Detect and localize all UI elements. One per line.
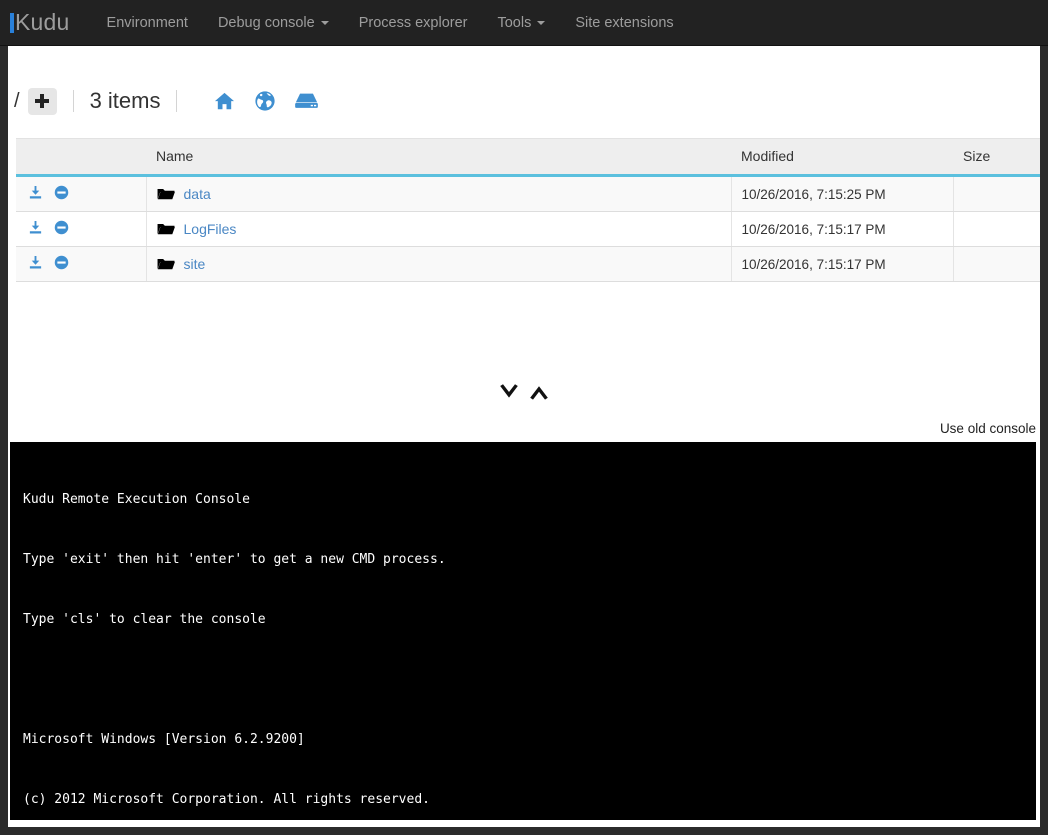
row-size-cell: [953, 212, 1040, 247]
console-line: Microsoft Windows [Version 6.2.9200]: [23, 730, 1036, 750]
table-head: Name Modified Size: [16, 139, 1040, 176]
brand-initial: K: [15, 11, 31, 34]
download-icon[interactable]: [28, 255, 43, 273]
folder-icon: [157, 187, 175, 201]
file-name-link[interactable]: site: [184, 256, 206, 272]
top-navbar: Kudu Environment Debug console Process e…: [0, 0, 1048, 46]
nav-item-process-explorer-label: Process explorer: [359, 15, 468, 31]
column-header-name[interactable]: Name: [146, 139, 731, 176]
toolbar-icon-group: [195, 90, 319, 112]
file-listing-table: Name Modified Size: [16, 138, 1040, 282]
folder-icon: [157, 222, 175, 236]
delete-icon[interactable]: [54, 185, 69, 203]
row-modified-cell: 10/26/2016, 7:15:17 PM: [731, 212, 953, 247]
table-body: data 10/26/2016, 7:15:25 PM: [16, 176, 1040, 282]
table-row: LogFiles 10/26/2016, 7:15:17 PM: [16, 212, 1040, 247]
brand-logo-kudu[interactable]: Kudu: [10, 11, 70, 34]
row-name-cell: site: [146, 247, 731, 282]
nav-item-site-extensions[interactable]: Site extensions: [560, 0, 688, 46]
nav-item-tools-label: Tools: [497, 15, 531, 31]
old-console-row: Use old console: [8, 421, 1036, 436]
chevron-up-icon[interactable]: [528, 384, 550, 400]
chevron-down-icon[interactable]: [498, 384, 520, 400]
console-resize-controls: [8, 384, 1040, 400]
brand-accent-bar: [10, 13, 14, 33]
breadcrumb-root[interactable]: /: [14, 90, 28, 113]
folder-icon: [157, 257, 175, 271]
console-line: Kudu Remote Execution Console: [23, 490, 1036, 510]
row-size-cell: [953, 247, 1040, 282]
console-line-blank: [23, 670, 1036, 690]
page-body: / 3 items: [8, 46, 1040, 827]
nav-item-environment[interactable]: Environment: [92, 0, 203, 46]
home-icon[interactable]: [213, 90, 236, 112]
remote-execution-console[interactable]: Kudu Remote Execution Console Type 'exit…: [10, 442, 1036, 820]
row-actions-cell: [16, 247, 146, 282]
nav-item-debug-console[interactable]: Debug console: [203, 0, 344, 46]
brand-rest: udu: [31, 11, 70, 34]
column-header-size[interactable]: Size: [953, 139, 1040, 176]
toolbar-divider: [176, 90, 177, 112]
table-header-row: Name Modified Size: [16, 139, 1040, 176]
nav-item-environment-label: Environment: [107, 15, 188, 31]
item-count-label: 3 items: [90, 88, 161, 114]
hard-drive-icon[interactable]: [294, 91, 319, 111]
console-line: Type 'cls' to clear the console: [23, 610, 1036, 630]
row-name-cell: LogFiles: [146, 212, 731, 247]
file-name-link[interactable]: LogFiles: [184, 221, 237, 237]
chevron-down-icon: [537, 21, 545, 25]
toolbar-divider: [73, 90, 74, 112]
file-name-link[interactable]: data: [184, 186, 211, 202]
nav-item-process-explorer[interactable]: Process explorer: [344, 0, 483, 46]
nav-item-debug-console-label: Debug console: [218, 15, 315, 31]
row-actions-cell: [16, 212, 146, 247]
row-modified-cell: 10/26/2016, 7:15:17 PM: [731, 247, 953, 282]
nav-item-tools[interactable]: Tools: [482, 0, 560, 46]
download-icon[interactable]: [28, 220, 43, 238]
chevron-down-icon: [321, 21, 329, 25]
delete-icon[interactable]: [54, 220, 69, 238]
browser-viewport: Kudu Environment Debug console Process e…: [0, 0, 1048, 835]
row-modified-cell: 10/26/2016, 7:15:25 PM: [731, 176, 953, 212]
table-row: site 10/26/2016, 7:15:17 PM: [16, 247, 1040, 282]
row-name-cell: data: [146, 176, 731, 212]
use-old-console-link[interactable]: Use old console: [940, 421, 1036, 436]
console-line: (c) 2012 Microsoft Corporation. All righ…: [23, 790, 1036, 810]
column-header-modified[interactable]: Modified: [731, 139, 953, 176]
download-icon[interactable]: [28, 185, 43, 203]
nav-item-site-extensions-label: Site extensions: [575, 15, 673, 31]
plus-icon: [35, 94, 49, 108]
column-header-actions: [16, 139, 146, 176]
add-new-button[interactable]: [28, 88, 57, 115]
table-row: data 10/26/2016, 7:15:25 PM: [16, 176, 1040, 212]
breadcrumb-toolbar: / 3 items: [14, 84, 319, 118]
row-size-cell: [953, 176, 1040, 212]
delete-icon[interactable]: [54, 255, 69, 273]
globe-icon[interactable]: [254, 90, 276, 112]
row-actions-cell: [16, 176, 146, 212]
console-line: Type 'exit' then hit 'enter' to get a ne…: [23, 550, 1036, 570]
